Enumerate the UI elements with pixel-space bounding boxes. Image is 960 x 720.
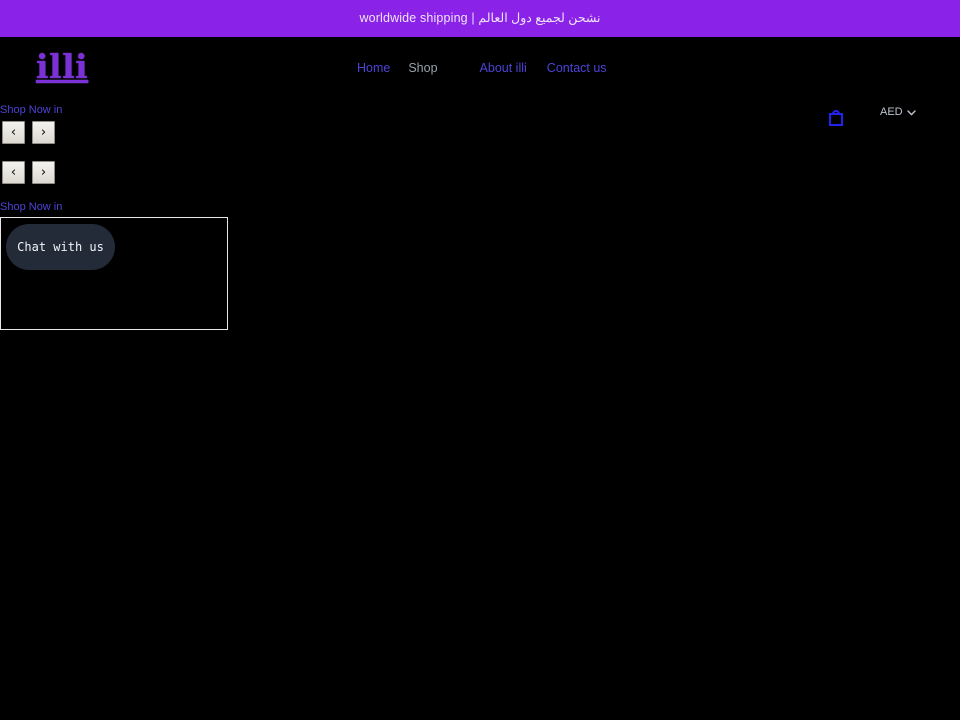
chevron-down-icon xyxy=(906,109,916,115)
nav-link-contact-us[interactable]: Contact us xyxy=(547,62,607,75)
announcement-text: worldwide shipping | نشحن لجميع دول العا… xyxy=(359,11,601,26)
shop-now-link-1[interactable]: Shop Now in xyxy=(0,105,62,116)
cart-button[interactable] xyxy=(826,107,846,127)
nav-link-about-illi[interactable]: About illi xyxy=(480,62,527,75)
site-header: illi Home Shop About illi Contact us AED xyxy=(0,37,960,126)
carousel-prev-button-2[interactable]: ‹ xyxy=(2,161,25,184)
currency-selector-value: AED xyxy=(880,106,903,118)
main-navigation: Home Shop About illi Contact us xyxy=(357,62,607,75)
site-logo[interactable]: illi xyxy=(36,50,88,83)
shop-now-link-2[interactable]: Shop Now in xyxy=(0,202,62,213)
carousel-controls-1: ‹ › xyxy=(2,121,55,144)
carousel-controls-2: ‹ › xyxy=(2,161,55,184)
shopping-bag-icon xyxy=(829,110,843,126)
nav-link-shop[interactable]: Shop xyxy=(408,62,437,75)
carousel-next-button-2[interactable]: › xyxy=(32,161,55,184)
announcement-bar: worldwide shipping | نشحن لجميع دول العا… xyxy=(0,0,960,37)
carousel-prev-button-1[interactable]: ‹ xyxy=(2,121,25,144)
carousel-next-button-1[interactable]: › xyxy=(32,121,55,144)
currency-selector[interactable]: AED xyxy=(880,107,916,118)
chat-with-us-button[interactable]: Chat with us xyxy=(6,224,115,270)
nav-link-home[interactable]: Home xyxy=(357,62,390,75)
chat-widget-frame: Chat with us xyxy=(0,217,228,330)
